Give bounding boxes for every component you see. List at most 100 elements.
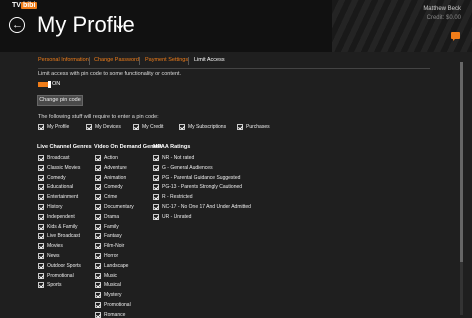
mpaa-rating-checkbox[interactable]: PG-13 - Parents Strongly Cautioned [153, 184, 242, 191]
back-button[interactable]: ← [9, 17, 25, 33]
user-name: Matthew Beck [423, 6, 461, 12]
vod-genre-label: Landscape [104, 262, 129, 269]
require-checkbox-my-devices[interactable]: My Devices [86, 124, 121, 130]
live-genre-label: Live Broadcast [47, 233, 81, 240]
mpaa-rating-checkbox[interactable]: UR - Unrated [153, 213, 191, 220]
vod-genre-checkbox[interactable]: Action [95, 155, 118, 161]
live-genre-checkbox[interactable]: Classic Movies [38, 164, 80, 171]
checkbox-icon [38, 223, 44, 230]
live-genre-checkbox[interactable]: Educational [38, 184, 73, 191]
tab-payment-settings[interactable]: Payment Settings [145, 57, 188, 63]
live-genre-checkbox[interactable]: Sports [38, 282, 62, 289]
chevron-down-icon[interactable]: ⌄ [113, 14, 126, 34]
mpaa-rating-checkbox[interactable]: NC-17 - No One 17 And Under Admitted [153, 204, 251, 210]
checkbox-icon [133, 124, 139, 130]
vod-genre-label: Family [104, 223, 119, 230]
require-checkbox-my-credit[interactable]: My Credit [133, 124, 163, 130]
checkbox-icon [38, 213, 44, 220]
mpaa-rating-label: NR - Not rated [162, 155, 195, 161]
live-genre-checkbox[interactable]: Outdoor Sports [38, 262, 81, 269]
user-info[interactable]: Matthew Beck Credit: $0.00 [423, 5, 461, 23]
live-genre-label: Comedy [47, 174, 66, 181]
mpaa-rating-label: PG - Parental Guidance Suggested [162, 174, 241, 181]
vod-genre-label: Adventure [104, 164, 127, 171]
vod-genre-checkbox[interactable]: Crime [95, 194, 117, 201]
live-genre-label: Promotional [47, 272, 74, 279]
vod-genre-checkbox[interactable]: Fantasy [95, 233, 122, 240]
checkbox-icon [86, 124, 92, 130]
vod-genre-checkbox[interactable]: Landscape [95, 262, 129, 269]
live-genre-checkbox[interactable]: Independent [38, 213, 75, 220]
live-genre-checkbox[interactable]: Kids & Family [38, 223, 78, 230]
vod-genre-checkbox[interactable]: Music [95, 272, 117, 279]
live-genre-checkbox[interactable]: History [38, 204, 63, 210]
checkbox-icon [95, 262, 101, 269]
live-genre-label: Movies [47, 243, 63, 250]
vod-genre-checkbox[interactable]: Drama [95, 213, 119, 220]
change-pin-button[interactable]: Change pin code [37, 95, 83, 106]
checkbox-icon [95, 194, 101, 201]
vod-genre-label: Fantasy [104, 233, 122, 240]
checkbox-icon [38, 262, 44, 269]
vod-genre-checkbox[interactable]: Musical [95, 282, 121, 289]
live-genre-checkbox[interactable]: News [38, 253, 60, 259]
require-checkbox-my-profile[interactable]: My Profile [38, 124, 69, 130]
mpaa-rating-checkbox[interactable]: PG - Parental Guidance Suggested [153, 174, 241, 181]
vod-genre-checkbox[interactable]: Mystery [95, 292, 122, 299]
mpaa-rating-checkbox[interactable]: NR - Not rated [153, 155, 194, 161]
checkbox-icon [38, 272, 44, 279]
live-genre-label: Sports [47, 282, 62, 289]
vod-genre-label: Horror [104, 253, 119, 259]
live-genre-checkbox[interactable]: Comedy [38, 174, 66, 181]
checkbox-icon [38, 282, 44, 289]
user-credit: Credit: $0.00 [426, 15, 461, 21]
vod-genre-label: Comedy [104, 184, 123, 191]
scrollbar-thumb[interactable] [460, 62, 463, 262]
vod-genre-checkbox[interactable]: Promotional [95, 302, 131, 308]
vod-genre-checkbox[interactable]: Adventure [95, 164, 127, 171]
live-genre-checkbox[interactable]: Live Broadcast [38, 233, 81, 240]
checkbox-icon [95, 253, 101, 259]
tab-underline [38, 68, 430, 69]
vod-genre-checkbox[interactable]: Film-Noir [95, 243, 124, 250]
vod-genre-checkbox[interactable]: Comedy [95, 184, 123, 191]
vod-genre-label: Promotional [104, 302, 131, 308]
mpaa-rating-checkbox[interactable]: G - General Audiences [153, 164, 213, 171]
vod-genre-checkbox[interactable]: Horror [95, 253, 118, 259]
checkbox-icon [153, 174, 159, 181]
checkbox-icon [153, 155, 159, 161]
checkbox-icon [38, 155, 44, 161]
tab-change-password[interactable]: Change Password [94, 57, 139, 63]
app-logo: TV bibi [12, 2, 38, 9]
require-checkbox-my-subscriptions[interactable]: My Subscriptions [179, 124, 226, 130]
vod-genres-heading: Video On Demand Genres [94, 144, 162, 150]
live-genre-checkbox[interactable]: Promotional [38, 272, 74, 279]
live-genre-checkbox[interactable]: Movies [38, 243, 63, 250]
checkbox-icon [95, 204, 101, 210]
live-genre-checkbox[interactable]: Broadcast [38, 155, 70, 161]
checkbox-icon [95, 174, 101, 181]
tab-limit-access[interactable]: Limit Access [194, 57, 225, 63]
checkbox-icon [38, 194, 44, 201]
pin-toggle[interactable] [38, 81, 51, 88]
require-checkbox-purchases[interactable]: Purchases [237, 124, 270, 130]
tab-divider [89, 57, 90, 65]
checkbox-icon [38, 243, 44, 250]
checkbox-icon [153, 204, 159, 210]
checkbox-icon [153, 194, 159, 201]
live-genre-label: Broadcast [47, 155, 70, 161]
chat-icon[interactable] [451, 32, 460, 41]
tab-divider [139, 57, 140, 65]
mpaa-rating-checkbox[interactable]: R - Restricted [153, 194, 193, 201]
tab-personal-information[interactable]: Personal Information [38, 57, 89, 63]
vod-genre-label: Musical [104, 282, 121, 289]
vod-genre-checkbox[interactable]: Documentary [95, 204, 134, 210]
checkbox-icon [179, 124, 185, 130]
live-genre-checkbox[interactable]: Entertainment [38, 194, 78, 201]
vod-genre-label: Action [104, 155, 118, 161]
vod-genre-checkbox[interactable]: Animation [95, 174, 126, 181]
checkbox-icon [95, 233, 101, 240]
vod-genre-label: Mystery [104, 292, 122, 299]
checkbox-icon [237, 124, 243, 130]
vod-genre-checkbox[interactable]: Family [95, 223, 119, 230]
